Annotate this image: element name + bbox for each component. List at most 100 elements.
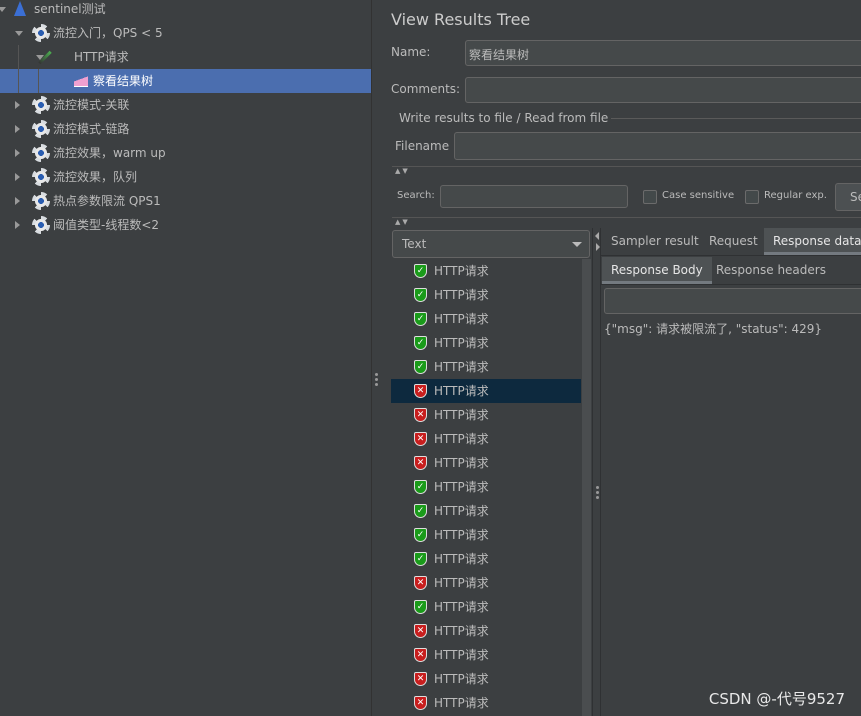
result-item[interactable]: ✓ HTTP请求 <box>391 283 581 307</box>
result-item[interactable]: ✕ HTTP请求 <box>391 643 581 667</box>
name-label: Name: <box>391 45 431 59</box>
gear-icon <box>32 120 50 138</box>
gear-icon <box>32 96 50 114</box>
results-scrollbar[interactable] <box>582 259 591 716</box>
expand-down-icon[interactable] <box>15 31 23 36</box>
test-plan-tree[interactable]: sentinel测试流控入门，QPS < 5 HTTP请求察看结果树流控模式-关联… <box>0 0 372 716</box>
tree-node[interactable]: 流控效果，队列 <box>0 165 371 189</box>
renderer-select[interactable]: Text <box>392 230 590 258</box>
filename-input[interactable] <box>454 132 861 160</box>
tree-node-label: 流控模式-关联 <box>53 98 130 112</box>
result-item[interactable]: ✕ HTTP请求 <box>391 667 581 691</box>
result-item[interactable]: ✓ HTTP请求 <box>391 523 581 547</box>
success-shield-icon: ✓ <box>414 552 427 566</box>
success-shield-icon: ✓ <box>414 600 427 614</box>
error-shield-icon: ✕ <box>414 648 427 662</box>
tree-node-label: 流控效果，队列 <box>53 170 138 184</box>
search-label: Search: <box>397 190 435 201</box>
tree-node[interactable]: 流控入门，QPS < 5 <box>0 21 371 45</box>
response-search-input[interactable] <box>604 288 861 314</box>
regular-exp-label: Regular exp. <box>764 190 827 201</box>
result-item[interactable]: ✕ HTTP请求 <box>391 619 581 643</box>
expand-down-icon[interactable] <box>0 7 6 12</box>
expand-right-icon[interactable] <box>15 125 20 133</box>
search-button[interactable]: Se <box>835 183 861 211</box>
result-item[interactable]: ✕ HTTP请求 <box>391 451 581 475</box>
result-label: HTTP请求 <box>434 360 489 374</box>
gear-icon <box>32 24 50 42</box>
result-label: HTTP请求 <box>434 624 489 638</box>
result-item[interactable]: ✓ HTTP请求 <box>391 259 581 283</box>
result-label: HTTP请求 <box>434 648 489 662</box>
tree-node-label: 热点参数限流 QPS1 <box>53 194 161 208</box>
expand-right-icon[interactable] <box>15 221 20 229</box>
tree-node[interactable]: HTTP请求 <box>0 45 371 69</box>
result-item[interactable]: ✓ HTTP请求 <box>391 499 581 523</box>
tree-node[interactable]: 热点参数限流 QPS1 <box>0 189 371 213</box>
gear-icon <box>32 144 50 162</box>
search-input[interactable] <box>440 185 628 208</box>
chevron-down-icon <box>572 242 582 247</box>
result-label: HTTP请求 <box>434 288 489 302</box>
collapse-arrows[interactable]: ▲▼ <box>395 167 410 175</box>
result-item[interactable]: ✓ HTTP请求 <box>391 355 581 379</box>
tab-sampler-result[interactable]: Sampler result <box>602 228 708 255</box>
tree-node[interactable]: sentinel测试 <box>0 0 371 21</box>
gear-icon <box>32 216 50 234</box>
expand-right-icon[interactable] <box>15 149 20 157</box>
result-label: HTTP请求 <box>434 456 489 470</box>
listener-chart-icon <box>74 75 88 87</box>
result-item[interactable]: ✕ HTTP请求 <box>391 379 581 403</box>
tree-node-label: 流控模式-链路 <box>53 122 130 136</box>
result-label: HTTP请求 <box>434 312 489 326</box>
result-label: HTTP请求 <box>434 576 489 590</box>
result-item[interactable]: ✕ HTTP请求 <box>391 403 581 427</box>
tab-response-body[interactable]: Response Body <box>602 257 712 284</box>
tree-node[interactable]: 流控效果，warm up <box>0 141 371 165</box>
regular-exp-checkbox[interactable] <box>745 190 759 204</box>
tree-node[interactable]: 流控模式-链路 <box>0 117 371 141</box>
test-plan-flask-icon <box>14 1 26 16</box>
tab-response-data[interactable]: Response data <box>764 228 861 255</box>
result-item[interactable]: ✓ HTTP请求 <box>391 307 581 331</box>
result-label: HTTP请求 <box>434 408 489 422</box>
comments-input[interactable] <box>465 77 861 103</box>
tree-node-label: HTTP请求 <box>74 50 129 64</box>
success-shield-icon: ✓ <box>414 504 427 518</box>
result-item[interactable]: ✓ HTTP请求 <box>391 547 581 571</box>
tree-node-label: 阈值类型-线程数<2 <box>53 218 160 232</box>
error-shield-icon: ✕ <box>414 672 427 686</box>
expand-right-icon[interactable] <box>15 101 20 109</box>
result-label: HTTP请求 <box>434 384 489 398</box>
success-shield-icon: ✓ <box>414 288 427 302</box>
name-input[interactable]: 察看结果树 <box>465 40 861 66</box>
results-list[interactable]: ✓ HTTP请求 ✓ HTTP请求 ✓ HTTP请求 ✓ HTTP请求 ✓ HTTP请求 ✕ HTTP… <box>391 259 581 716</box>
error-shield-icon: ✕ <box>414 432 427 446</box>
expand-right-icon[interactable] <box>15 173 20 181</box>
case-sensitive-label: Case sensitive <box>662 190 735 201</box>
success-shield-icon: ✓ <box>414 528 427 542</box>
result-item[interactable]: ✕ HTTP请求 <box>391 571 581 595</box>
collapse-arrows-2[interactable]: ▲▼ <box>395 218 410 226</box>
result-item[interactable]: ✓ HTTP请求 <box>391 331 581 355</box>
result-label: HTTP请求 <box>434 432 489 446</box>
tree-node[interactable]: 流控模式-关联 <box>0 93 371 117</box>
tree-node-label: 察看结果树 <box>93 74 154 88</box>
success-shield-icon: ✓ <box>414 480 427 494</box>
tree-node-label: 流控入门，QPS < 5 <box>53 26 163 40</box>
error-shield-icon: ✕ <box>414 408 427 422</box>
error-shield-icon: ✕ <box>414 696 427 710</box>
result-item[interactable]: ✓ HTTP请求 <box>391 475 581 499</box>
expand-right-icon[interactable] <box>15 197 20 205</box>
result-item[interactable]: ✓ HTTP请求 <box>391 595 581 619</box>
result-label: HTTP请求 <box>434 600 489 614</box>
result-item[interactable]: ✕ HTTP请求 <box>391 691 581 715</box>
tab-request[interactable]: Request <box>700 228 767 255</box>
result-label: HTTP请求 <box>434 264 489 278</box>
tab-response-headers[interactable]: Response headers <box>707 257 835 284</box>
tree-node[interactable]: 察看结果树 <box>0 69 371 93</box>
splitter-handle[interactable] <box>372 0 381 716</box>
case-sensitive-checkbox[interactable] <box>643 190 657 204</box>
result-item[interactable]: ✕ HTTP请求 <box>391 427 581 451</box>
tree-node[interactable]: 阈值类型-线程数<2 <box>0 213 371 237</box>
